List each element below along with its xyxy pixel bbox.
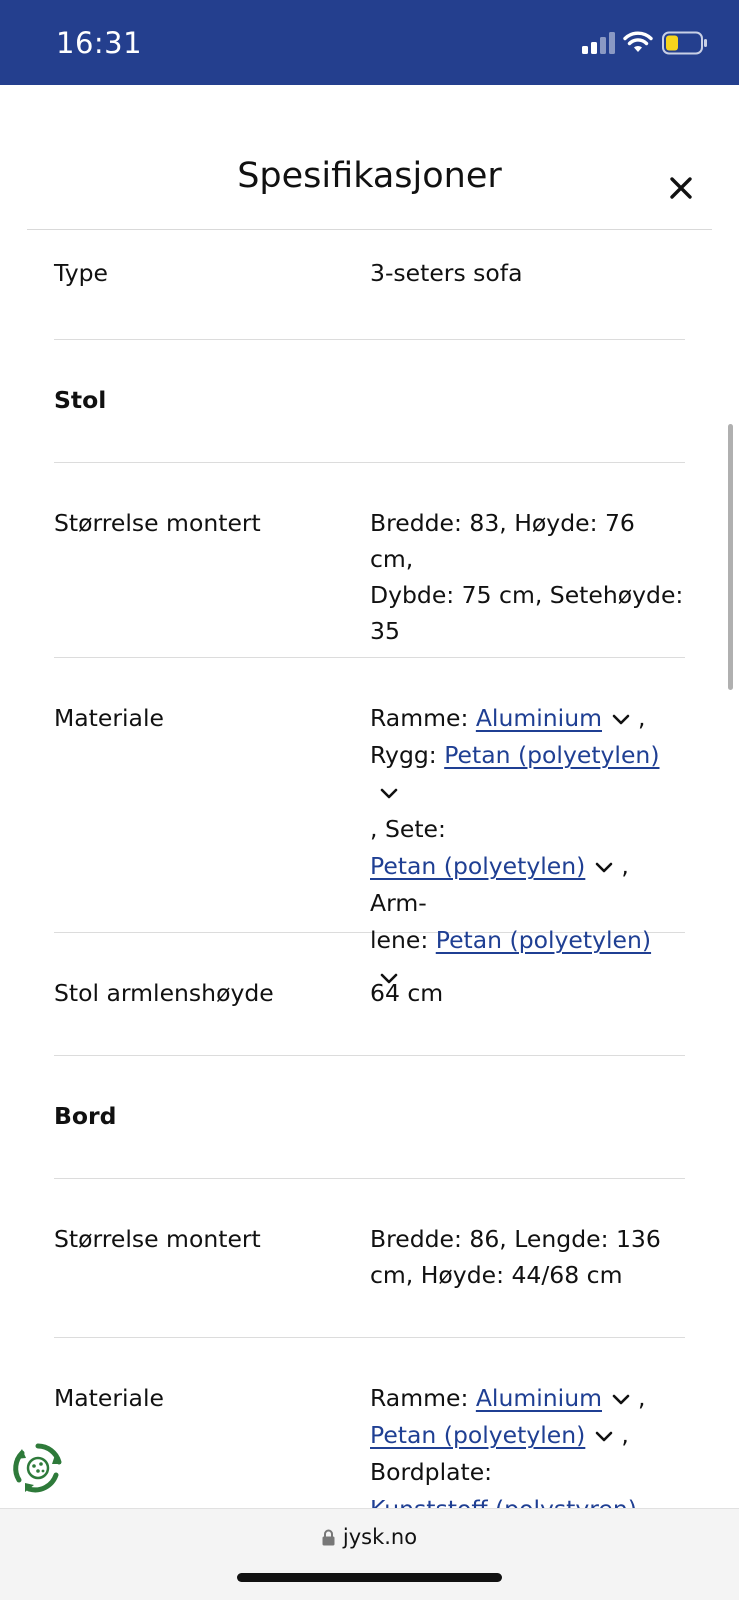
battery-icon — [662, 31, 707, 55]
material-prefix: , Sete: — [370, 815, 446, 843]
value-line: Petan (polyetylen), — [370, 1417, 685, 1454]
chevron-down-icon[interactable] — [612, 714, 630, 726]
value-line: Dybde: 75 cm, Setehøyde: — [370, 581, 684, 609]
spec-value: Bredde: 86, Lengde: 136 cm, Høyde: 44/68… — [370, 1221, 685, 1293]
material-prefix: Bordplate: — [370, 1458, 493, 1486]
cellular-signal-icon — [582, 32, 615, 54]
spec-value: 3-seters sofa — [370, 259, 523, 287]
section-title: Stol — [54, 386, 107, 414]
spec-row-stol-armrest: Stol armlenshøyde 64 cm — [54, 933, 685, 1056]
spec-label: Størrelse montert — [54, 1225, 261, 1253]
value-line: Rygg: Petan (polyetylen) — [370, 737, 685, 811]
modal-title: Spesifikasjoner — [237, 156, 502, 196]
material-prefix: Ramme: — [370, 704, 469, 732]
recycle-badge-icon[interactable] — [12, 1442, 64, 1494]
spec-value: 64 cm — [370, 979, 444, 1007]
material-link-aluminium[interactable]: Aluminium — [476, 1384, 602, 1412]
status-time: 16:31 — [56, 26, 143, 60]
material-link-aluminium[interactable]: Aluminium — [476, 704, 602, 732]
home-indicator[interactable] — [237, 1573, 502, 1582]
close-icon[interactable] — [664, 171, 698, 205]
section-heading-bord: Bord — [54, 1056, 685, 1179]
spec-label: Materiale — [54, 1384, 164, 1412]
separator: , — [638, 704, 646, 732]
scrollbar-thumb[interactable] — [728, 424, 733, 690]
spec-row-stol-material: Materiale Ramme: Aluminium, Rygg: Petan … — [54, 658, 685, 983]
specification-table: Type 3-seters sofa Stol Størrelse monter… — [54, 230, 685, 1538]
spec-value: Bredde: 83, Høyde: 76 cm, Dybde: 75 cm, … — [370, 505, 685, 649]
spec-label: Type — [54, 259, 108, 287]
spec-row-bord-size: Størrelse montert Bredde: 86, Lengde: 13… — [54, 1179, 685, 1338]
material-prefix: Ramme: — [370, 1384, 469, 1412]
browser-address-bar[interactable]: jysk.no — [0, 1508, 739, 1600]
wifi-icon — [623, 31, 653, 52]
url-text: jysk.no — [342, 1525, 418, 1549]
material-link-petan[interactable]: Petan (polyetylen) — [370, 1421, 585, 1449]
chevron-down-icon[interactable] — [595, 862, 613, 874]
value-line: Bredde: 83, Høyde: 76 cm, — [370, 509, 635, 573]
spec-label: Størrelse montert — [54, 509, 261, 537]
value-line: cm, Høyde: 44/68 cm — [370, 1261, 623, 1289]
separator: , — [638, 1384, 646, 1412]
value-line: Ramme: Aluminium, — [370, 700, 685, 737]
status-bar: 16:31 — [0, 0, 739, 85]
chevron-down-icon[interactable] — [595, 1431, 613, 1443]
spec-row-type: Type 3-seters sofa — [54, 230, 685, 340]
value-line: 35 — [370, 617, 400, 645]
value-line: , Sete: — [370, 811, 685, 848]
lock-icon — [322, 1529, 335, 1546]
value-line: Bordplate: — [370, 1454, 685, 1491]
material-link-petan[interactable]: Petan (polyetylen) — [370, 852, 585, 880]
material-prefix: Rygg: — [370, 741, 437, 769]
value-line: Ramme: Aluminium, — [370, 1380, 685, 1417]
spec-label: Materiale — [54, 704, 164, 732]
url-display[interactable]: jysk.no — [0, 1525, 739, 1549]
section-heading-stol: Stol — [54, 340, 685, 463]
section-title: Bord — [54, 1102, 117, 1130]
value-line: Petan (polyetylen), Arm- — [370, 848, 685, 922]
chevron-down-icon[interactable] — [380, 788, 398, 800]
spec-value: Ramme: Aluminium, Petan (polyetylen), Bo… — [370, 1380, 685, 1528]
separator: , — [621, 1421, 629, 1449]
spec-label: Stol armlenshøyde — [54, 979, 274, 1007]
material-link-petan[interactable]: Petan (polyetylen) — [444, 741, 659, 769]
chevron-down-icon[interactable] — [612, 1394, 630, 1406]
value-line: Bredde: 86, Lengde: 136 — [370, 1225, 661, 1253]
spec-row-stol-size: Størrelse montert Bredde: 83, Høyde: 76 … — [54, 463, 685, 658]
